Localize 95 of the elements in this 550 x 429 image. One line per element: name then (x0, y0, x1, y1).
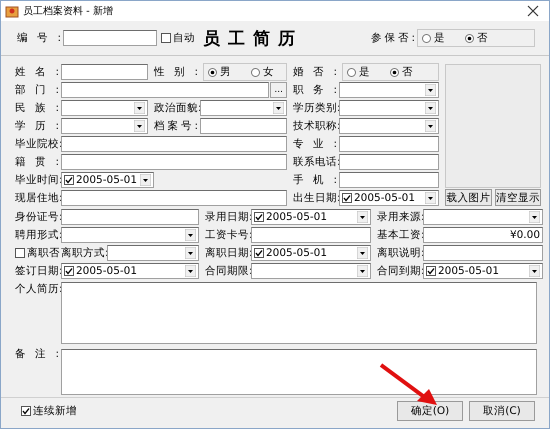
dialog-button[interactable]: 确定(O) (397, 401, 463, 421)
dropdown-arrow-icon[interactable] (425, 192, 436, 204)
dropdown[interactable] (107, 245, 199, 261)
radio-button[interactable]: 女 (251, 65, 274, 79)
date-picker[interactable]: 2005-05-01 (339, 190, 439, 206)
input-field[interactable] (200, 118, 287, 134)
radio-icon (422, 34, 431, 42)
field-label: 专业: (293, 137, 337, 151)
radio-button[interactable]: 男 (208, 65, 231, 79)
input-field[interactable] (339, 172, 439, 188)
dropdown-arrow-icon[interactable] (140, 174, 151, 186)
dropdown-arrow-icon[interactable] (185, 265, 196, 277)
dropdown-arrow-icon[interactable] (425, 120, 436, 132)
input-field[interactable] (61, 64, 148, 80)
field-label: 民族: (15, 101, 59, 115)
checkbox[interactable] (64, 266, 74, 276)
field-label: 编号: (17, 31, 61, 45)
checkbox[interactable] (426, 266, 436, 276)
dropdown[interactable] (200, 100, 287, 116)
window-title: 员工档案资料 - 新增 (23, 4, 114, 18)
checkbox-label: 离职否 (27, 246, 60, 260)
dropdown-arrow-icon[interactable] (357, 211, 368, 223)
checkbox[interactable] (21, 406, 31, 416)
dropdown[interactable] (423, 209, 543, 225)
dropdown-arrow-icon[interactable] (529, 265, 540, 277)
input-field[interactable] (61, 209, 199, 225)
field-label: 部门: (15, 83, 59, 97)
dropdown[interactable] (339, 82, 439, 98)
app-icon (5, 4, 19, 18)
radio-button[interactable]: 是 (347, 65, 370, 79)
field-label: 备注: (15, 347, 59, 361)
date-picker[interactable]: 2005-05-01 (423, 263, 543, 279)
field-label: 婚否: (293, 65, 337, 79)
dropdown[interactable] (61, 118, 148, 134)
photo-button[interactable]: 载入图片 (445, 189, 492, 206)
dropdown[interactable] (339, 118, 439, 134)
checkbox-label: 连续新增 (33, 404, 77, 418)
checkbox[interactable] (254, 212, 264, 222)
checkbox[interactable] (64, 175, 74, 185)
date-picker[interactable]: 2005-05-01 (251, 245, 371, 261)
dropdown-arrow-icon[interactable] (185, 247, 196, 259)
radio-button[interactable]: 否 (465, 31, 488, 45)
dropdown-arrow-icon[interactable] (425, 102, 436, 114)
input-field[interactable] (251, 227, 371, 243)
field-label: 籍贯: (15, 155, 59, 169)
form-title: 员工简历 (202, 28, 304, 50)
dropdown-arrow-icon[interactable] (425, 84, 436, 96)
field-label: 参保否: (371, 31, 415, 45)
input-field[interactable] (339, 136, 439, 152)
field-label: 手机: (293, 173, 337, 187)
radio-icon (251, 68, 260, 76)
radio-button[interactable]: 否 (390, 65, 413, 79)
text-area[interactable] (61, 349, 537, 395)
input-field[interactable]: ¥0.00 (423, 227, 543, 243)
field-label: 学历: (15, 119, 59, 133)
close-icon[interactable] (527, 5, 539, 17)
photo-button[interactable]: 清空显示 (494, 189, 541, 206)
dropdown[interactable] (339, 100, 439, 116)
radio-icon (390, 68, 399, 76)
radio-icon (208, 68, 217, 76)
input-field[interactable] (63, 30, 157, 46)
input-field[interactable] (423, 245, 543, 261)
dropdown[interactable] (61, 100, 148, 116)
dropdown-arrow-icon[interactable] (273, 102, 284, 114)
field-label: 性别: (154, 65, 198, 79)
browse-button[interactable]: ... (270, 82, 287, 98)
field-label: 档案号: (154, 119, 198, 133)
dropdown-arrow-icon[interactable] (134, 102, 145, 114)
dropdown[interactable] (61, 227, 199, 243)
radio-button[interactable]: 是 (422, 31, 445, 45)
field-label: 职务: (293, 83, 337, 97)
dropdown[interactable] (251, 263, 371, 279)
radio-icon (465, 34, 474, 42)
checkbox[interactable] (15, 248, 25, 258)
dialog-button[interactable]: 取消(C) (469, 401, 535, 421)
date-picker[interactable]: 2005-05-01 (61, 263, 199, 279)
input-field[interactable] (339, 154, 439, 170)
field-label: 姓名: (15, 65, 59, 79)
input-field[interactable] (61, 154, 287, 170)
dropdown-arrow-icon[interactable] (357, 247, 368, 259)
checkbox-label: 自动 (173, 31, 195, 45)
input-field[interactable] (61, 82, 270, 98)
date-picker[interactable]: 2005-05-01 (61, 172, 154, 188)
input-field[interactable] (61, 136, 287, 152)
dropdown-arrow-icon[interactable] (357, 265, 368, 277)
dropdown-arrow-icon[interactable] (134, 120, 145, 132)
date-picker[interactable]: 2005-05-01 (251, 209, 371, 225)
radio-icon (347, 68, 356, 76)
dropdown-arrow-icon[interactable] (529, 211, 540, 223)
checkbox[interactable] (342, 193, 352, 203)
text-area[interactable] (61, 282, 537, 344)
input-field[interactable] (61, 190, 287, 206)
dropdown-arrow-icon[interactable] (185, 229, 196, 241)
checkbox[interactable] (254, 248, 264, 258)
checkbox[interactable] (161, 33, 171, 43)
